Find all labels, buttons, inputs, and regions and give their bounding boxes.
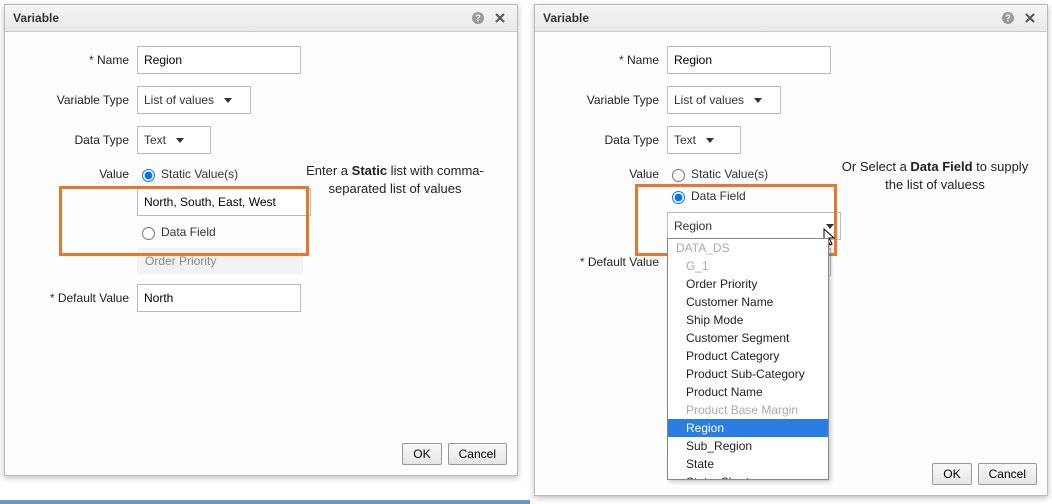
name-label: Name <box>551 53 667 67</box>
svg-text:?: ? <box>1005 13 1011 23</box>
titlebar: Variable ? <box>5 5 517 32</box>
static-values-radio-input[interactable] <box>672 169 685 182</box>
value-label: Value <box>551 167 667 181</box>
close-icon[interactable] <box>491 9 509 27</box>
order-priority-display: Order Priority <box>137 248 303 274</box>
dropdown-item: G_1 <box>668 257 828 275</box>
dropdown-item[interactable]: Product Name <box>668 383 828 401</box>
data-field-dropdown-list[interactable]: DATA_DSG_1Order PriorityCustomer NameShi… <box>667 238 829 480</box>
data-type-label: Data Type <box>551 133 667 147</box>
static-values-radio[interactable]: Static Value(s) <box>667 166 768 182</box>
variable-type-value: List of values <box>674 93 744 107</box>
ok-button[interactable]: OK <box>402 443 441 465</box>
dropdown-item: Product Base Margin <box>668 401 828 419</box>
name-input[interactable] <box>667 46 831 74</box>
dropdown-item[interactable]: Product Category <box>668 347 828 365</box>
static-values-radio[interactable]: Static Value(s) <box>137 166 238 182</box>
variable-type-select[interactable]: List of values <box>667 86 781 114</box>
chevron-down-icon <box>754 98 762 103</box>
static-values-radio-label: Static Value(s) <box>161 167 238 181</box>
default-value-label: Default Value <box>21 291 137 305</box>
dialog-title: Variable <box>543 11 995 25</box>
data-type-value: Text <box>144 133 166 147</box>
data-type-select[interactable]: Text <box>137 126 211 154</box>
dropdown-item[interactable]: Product Sub-Category <box>668 365 828 383</box>
cancel-button[interactable]: Cancel <box>448 443 507 465</box>
dialog-title: Variable <box>13 11 465 25</box>
ok-button[interactable]: OK <box>932 463 971 485</box>
svg-text:?: ? <box>475 13 481 23</box>
dropdown-item[interactable]: State_Short <box>668 473 828 480</box>
helper-text: Enter a Static list with comma-separated… <box>285 162 505 197</box>
name-label: Name <box>21 53 137 67</box>
variable-type-select[interactable]: List of values <box>137 86 251 114</box>
dropdown-item[interactable]: Region <box>668 419 828 437</box>
cancel-button[interactable]: Cancel <box>978 463 1037 485</box>
data-field-radio[interactable]: Data Field <box>137 224 216 240</box>
default-value-label: Default Value <box>551 255 667 269</box>
data-field-radio-label: Data Field <box>691 189 746 203</box>
dropdown-item[interactable]: State <box>668 455 828 473</box>
dropdown-item[interactable]: Sub_Region <box>668 437 828 455</box>
variable-type-label: Variable Type <box>551 93 667 107</box>
default-value-input[interactable] <box>137 284 301 312</box>
data-field-select-value: Region <box>674 219 712 233</box>
name-input[interactable] <box>137 46 301 74</box>
helper-text: Or Select a Data Field to supply the lis… <box>835 158 1035 193</box>
variable-dialog-left: Variable ? Name Variable Type List of va… <box>4 4 518 476</box>
close-icon[interactable] <box>1021 9 1039 27</box>
dropdown-item[interactable]: Ship Mode <box>668 311 828 329</box>
help-icon[interactable]: ? <box>469 9 487 27</box>
data-field-radio-input[interactable] <box>142 227 155 240</box>
chevron-down-icon <box>224 98 232 103</box>
chevron-down-icon <box>826 224 834 229</box>
dropdown-item: DATA_DS <box>668 239 828 257</box>
data-type-value: Text <box>674 133 696 147</box>
data-type-label: Data Type <box>21 133 137 147</box>
static-values-radio-label: Static Value(s) <box>691 167 768 181</box>
variable-type-value: List of values <box>144 93 214 107</box>
data-field-radio[interactable]: Data Field <box>667 188 746 204</box>
titlebar: Variable ? <box>535 5 1047 32</box>
dropdown-item[interactable]: Customer Name <box>668 293 828 311</box>
data-field-radio-label: Data Field <box>161 225 216 239</box>
help-icon[interactable]: ? <box>999 9 1017 27</box>
static-values-radio-input[interactable] <box>142 169 155 182</box>
chevron-down-icon <box>706 138 714 143</box>
dropdown-item[interactable]: Customer Segment <box>668 329 828 347</box>
value-label: Value <box>21 167 137 181</box>
variable-type-label: Variable Type <box>21 93 137 107</box>
data-field-radio-input[interactable] <box>672 191 685 204</box>
chevron-down-icon <box>176 138 184 143</box>
variable-dialog-right: Variable ? Name Variable Type List of va… <box>534 4 1048 496</box>
bottom-divider <box>0 500 530 504</box>
data-type-select[interactable]: Text <box>667 126 741 154</box>
data-field-select[interactable]: Region <box>667 212 841 240</box>
dropdown-item[interactable]: Order Priority <box>668 275 828 293</box>
